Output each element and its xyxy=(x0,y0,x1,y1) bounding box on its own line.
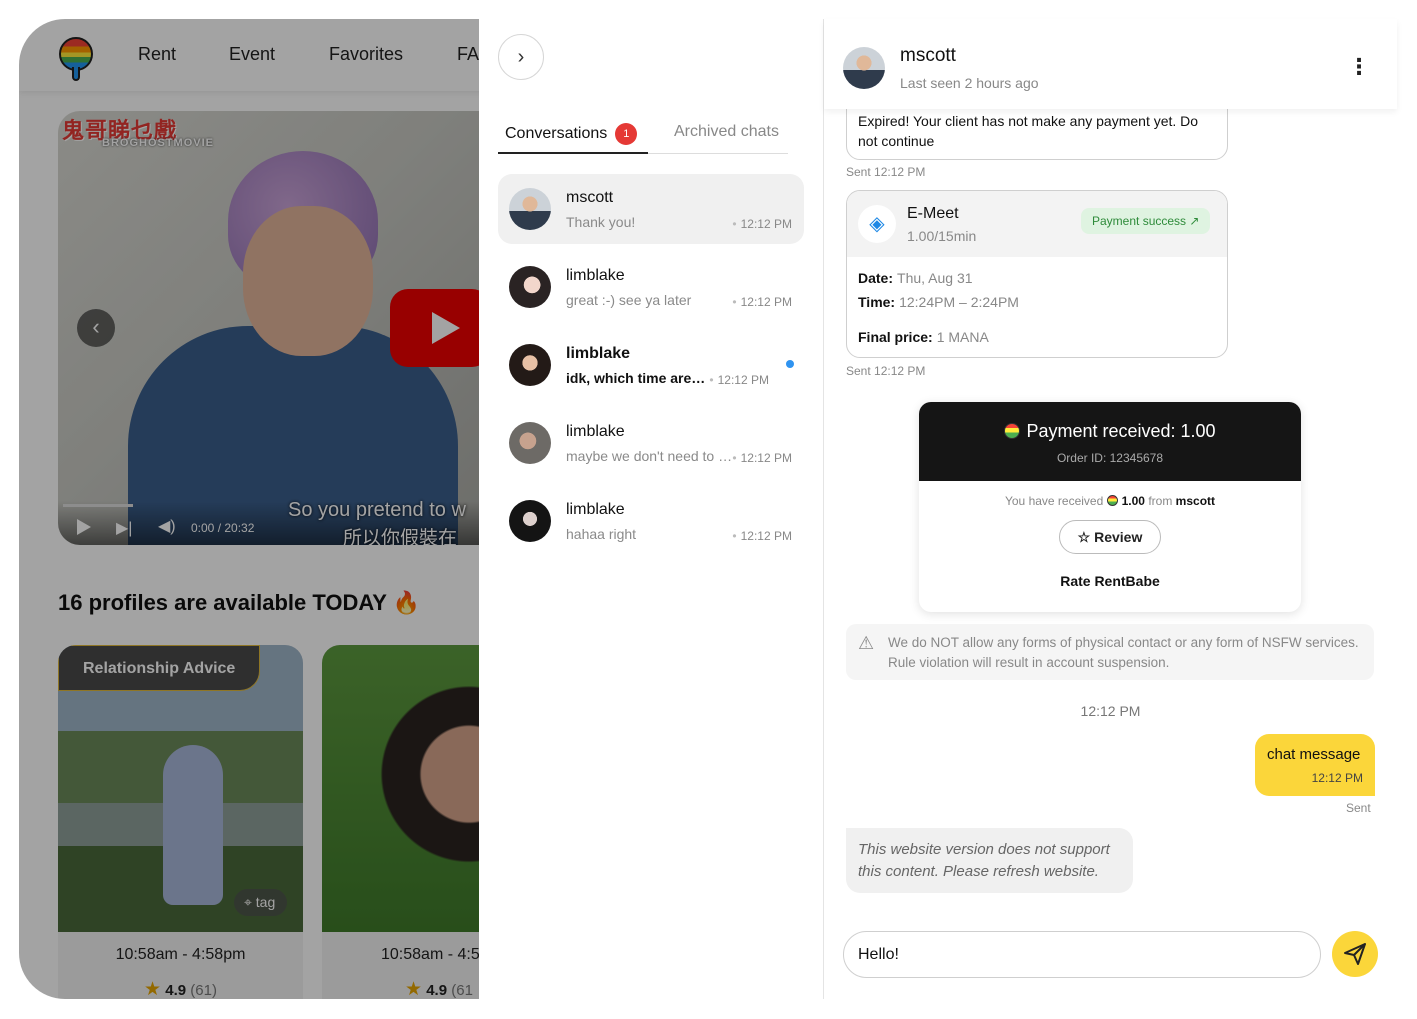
outgoing-message-time: 12:12 PM xyxy=(1311,771,1363,785)
emeet-date-row: Date: Thu, Aug 31 xyxy=(858,270,973,286)
modal-backdrop[interactable] xyxy=(19,19,489,999)
conversation-time: 12:12 PM xyxy=(709,373,769,387)
chat-header: mscott Last seen 2 hours ago ⋮ xyxy=(824,19,1397,109)
tab-divider xyxy=(648,153,788,154)
warning-triangle-icon: ⚠ xyxy=(858,633,875,653)
emeet-title: E-Meet xyxy=(907,205,959,222)
received-user: mscott xyxy=(1175,494,1216,508)
unread-indicator-dot xyxy=(786,360,794,368)
active-tab-indicator xyxy=(498,152,648,154)
outgoing-message-bubble: chat message 12:12 PM xyxy=(1255,734,1375,796)
conversation-time: 12:12 PM xyxy=(732,295,792,309)
final-price-value: 1 MANA xyxy=(936,329,989,345)
mana-coin-icon xyxy=(1004,423,1021,439)
conversation-name: limblake xyxy=(566,423,625,440)
emeet-diamond-icon: ◈ xyxy=(858,205,896,243)
message-status: Sent xyxy=(1346,801,1371,815)
message-status: Sent 12:12 PM xyxy=(846,165,926,179)
date-value: Thu, Aug 31 xyxy=(897,270,973,286)
conversation-name: limblake xyxy=(566,345,631,362)
rate-rentbabe-label: Rate RentBabe xyxy=(1060,573,1160,589)
avatar[interactable] xyxy=(843,47,885,89)
conversation-preview: idk, which time are you free? xyxy=(566,370,706,386)
time-label: Time: xyxy=(858,294,896,310)
send-icon xyxy=(1344,943,1366,965)
avatar xyxy=(509,344,551,386)
payment-received-card: Payment received: 1.00 Order ID: 1234567… xyxy=(919,402,1301,612)
review-button-label: Review xyxy=(1094,529,1143,545)
background-app: Rent Event Favorites FA 鬼哥睇乜戲 BROGHOSTMO… xyxy=(19,19,489,999)
tab-conversations[interactable]: Conversations 1 xyxy=(505,123,638,145)
more-vertical-icon[interactable]: ⋮ xyxy=(1344,55,1374,81)
avatar xyxy=(509,500,551,542)
received-from: from xyxy=(1148,494,1173,508)
tab-conversations-label: Conversations xyxy=(505,125,608,142)
conversation-item[interactable]: limblake hahaa right 12:12 PM xyxy=(498,486,804,556)
conversation-name: limblake xyxy=(566,267,625,284)
collapse-panel-button[interactable]: › xyxy=(498,34,544,80)
conversations-panel: › Conversations 1 Archived chats mscott T… xyxy=(479,19,824,999)
arrow-up-right-icon: ↗ xyxy=(1189,214,1200,228)
conversation-name: limblake xyxy=(566,501,625,518)
receipt-header: Payment received: 1.00 Order ID: 1234567… xyxy=(919,402,1301,481)
conversation-name: mscott xyxy=(566,189,614,206)
mana-coin-icon xyxy=(1106,495,1118,506)
tab-archived-chats[interactable]: Archived chats xyxy=(674,123,779,141)
received-summary: You have received 1.00 from mscott xyxy=(919,494,1301,508)
outgoing-message-text: chat message xyxy=(1267,746,1361,763)
unread-count-badge: 1 xyxy=(615,123,638,145)
conversation-preview: great :-) see ya later xyxy=(566,292,692,308)
chat-panel: mscott Last seen 2 hours ago ⋮ Expired! … xyxy=(824,19,1397,999)
chevron-right-icon: › xyxy=(517,46,525,68)
order-id: Order ID: 12345678 xyxy=(1056,451,1164,465)
send-button[interactable] xyxy=(1332,931,1378,977)
avatar xyxy=(509,422,551,464)
conversation-preview: Thank you! xyxy=(566,214,636,230)
payment-status-chip[interactable]: Payment success ↗ xyxy=(1081,208,1211,234)
review-button[interactable]: ☆ Review xyxy=(1059,520,1161,554)
receipt-title-text: Payment received: 1.00 xyxy=(1026,421,1216,441)
conversation-item[interactable]: mscott Thank you! 12:12 PM xyxy=(498,174,804,244)
rule-notice: ⚠ We do NOT allow any forms of physical … xyxy=(846,624,1374,680)
final-price-label: Final price: xyxy=(858,329,933,345)
rule-notice-text: We do NOT allow any forms of physical co… xyxy=(888,635,1359,670)
unsupported-content-bubble: This website version does not support th… xyxy=(846,828,1133,893)
chat-contact-name[interactable]: mscott xyxy=(900,45,956,67)
emeet-price: 1.00/15min xyxy=(907,228,977,244)
emeet-final-price-row: Final price: 1 MANA xyxy=(858,329,989,345)
chat-timestamp: 12:12 PM xyxy=(1080,703,1141,719)
conversation-item[interactable]: limblake maybe we don't need to meet 12:… xyxy=(498,408,804,478)
date-label: Date: xyxy=(858,270,894,286)
conversation-item[interactable]: limblake great :-) see ya later 12:12 PM xyxy=(498,252,804,322)
conversation-preview: hahaa right xyxy=(566,526,637,542)
avatar xyxy=(509,188,551,230)
emeet-order-card: ◈ E-Meet 1.00/15min Payment success ↗ Da… xyxy=(846,190,1228,358)
avatar xyxy=(509,266,551,308)
conversation-item[interactable]: limblake idk, which time are you free? 1… xyxy=(498,330,804,400)
payment-status-label: Payment success xyxy=(1092,214,1187,228)
received-amount: 1.00 xyxy=(1121,494,1145,508)
emeet-card-header: ◈ E-Meet 1.00/15min Payment success ↗ xyxy=(847,191,1227,257)
star-outline-icon: ☆ xyxy=(1077,529,1095,545)
conversation-time: 12:12 PM xyxy=(732,217,792,231)
conversation-time: 12:12 PM xyxy=(732,451,792,465)
received-prefix: You have received xyxy=(1004,494,1104,508)
time-value: 12:24PM – 2:24PM xyxy=(899,294,1019,310)
receipt-title: Payment received: 1.00 xyxy=(919,421,1301,442)
emeet-time-row: Time: 12:24PM – 2:24PM xyxy=(858,294,1019,310)
conversation-time: 12:12 PM xyxy=(732,529,792,543)
conversation-preview: maybe we don't need to meet xyxy=(566,448,736,464)
expired-message-bubble: Expired! Your client has not make any pa… xyxy=(846,104,1228,160)
last-seen-status: Last seen 2 hours ago xyxy=(900,75,1039,91)
message-input[interactable] xyxy=(843,931,1321,978)
message-status: Sent 12:12 PM xyxy=(846,364,926,378)
